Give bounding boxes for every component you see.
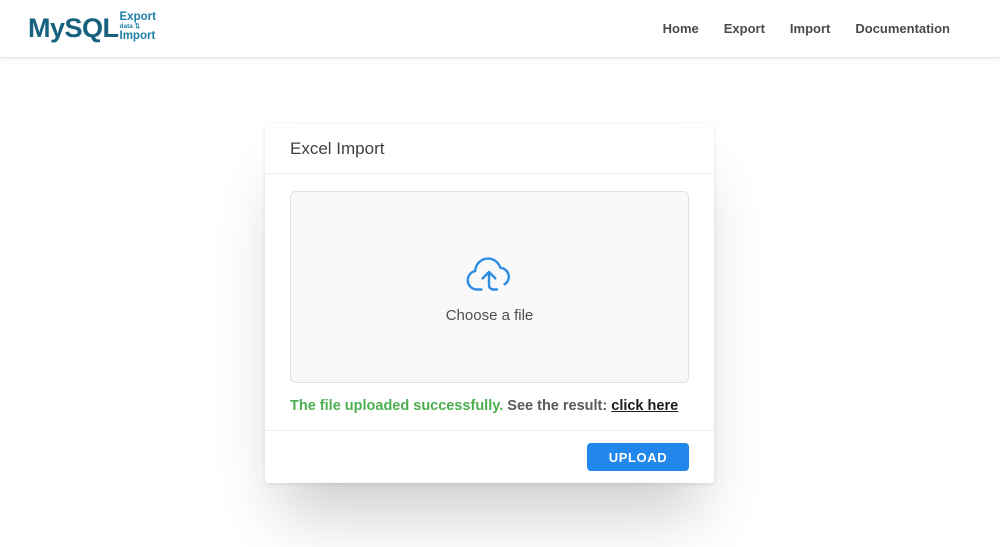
dropzone-label: Choose a file: [445, 306, 534, 324]
app-logo[interactable]: MySQL Export data ⇅ Import: [28, 12, 156, 44]
logo-import-text: Import: [119, 30, 156, 43]
page: MySQL Export data ⇅ Import Home Export I…: [0, 0, 1000, 547]
upload-button[interactable]: UPLOAD: [587, 443, 689, 471]
excel-import-card: Excel Import Choose a file The file uplo…: [265, 124, 714, 483]
cloud-upload-icon: [466, 256, 510, 291]
logo-sub-text: Export data ⇅ Import: [120, 12, 156, 43]
file-dropzone[interactable]: Choose a file: [290, 191, 689, 383]
main-nav: Home Export Import Documentation: [663, 21, 950, 36]
upload-result-message: The file uploaded successfully. See the …: [290, 383, 689, 430]
top-navbar: MySQL Export data ⇅ Import Home Export I…: [0, 0, 1000, 57]
result-link[interactable]: click here: [611, 398, 678, 414]
nav-item-export[interactable]: Export: [724, 21, 765, 36]
logo-mysql-text: MySQL: [28, 13, 119, 43]
nav-item-home[interactable]: Home: [663, 21, 699, 36]
nav-item-import[interactable]: Import: [790, 21, 830, 36]
card-body: Choose a file The file uploaded successf…: [265, 174, 714, 430]
success-text: The file uploaded successfully.: [290, 398, 504, 414]
card-footer: UPLOAD: [265, 430, 714, 483]
result-info-text: See the result:: [503, 398, 612, 414]
card-title: Excel Import: [290, 139, 385, 158]
card-header: Excel Import: [265, 124, 714, 174]
nav-item-documentation[interactable]: Documentation: [855, 21, 950, 36]
